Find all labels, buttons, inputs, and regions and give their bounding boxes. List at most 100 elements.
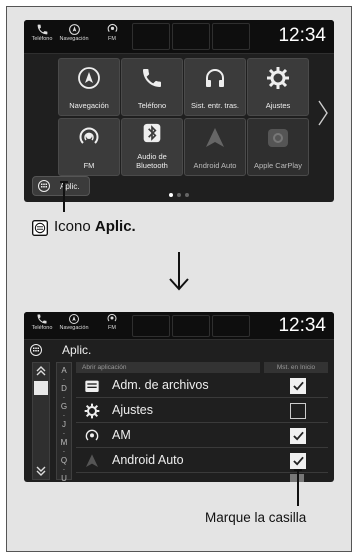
bluetooth-icon bbox=[143, 123, 161, 143]
status-phone-label: Teléfono bbox=[31, 36, 53, 42]
navigation-icon bbox=[69, 314, 79, 324]
navigation-icon bbox=[78, 67, 100, 89]
status-slot bbox=[132, 23, 170, 50]
apps-menu-icon bbox=[32, 220, 48, 236]
app-row-name: Android Auto bbox=[112, 453, 184, 467]
apps-title-bar: Aplic. bbox=[24, 341, 334, 359]
caption-prefix: Icono bbox=[54, 218, 95, 235]
scroll-bottom-icon[interactable] bbox=[36, 466, 46, 476]
page-title: Aplic. bbox=[62, 343, 92, 357]
show-on-home-checkbox[interactable] bbox=[290, 378, 306, 394]
show-on-home-checkbox[interactable] bbox=[290, 453, 306, 469]
scroll-top-icon[interactable] bbox=[36, 366, 46, 376]
callout-line bbox=[297, 470, 299, 506]
status-bar: Teléfono Navegación FM 12:34 bbox=[24, 20, 334, 54]
alphabet-letter[interactable]: · bbox=[57, 375, 71, 384]
apps-menu-icon bbox=[38, 180, 50, 192]
page-dot bbox=[177, 193, 181, 197]
apps-list-screen: Teléfono Navegación FM 12:34 Aplic. A · D ·… bbox=[24, 312, 334, 482]
scroll-thumb[interactable] bbox=[34, 381, 48, 395]
alphabet-letter[interactable]: · bbox=[57, 411, 71, 420]
navigation-icon bbox=[68, 24, 80, 35]
checkmark-icon bbox=[292, 456, 304, 466]
app-tile-bluetooth-audio[interactable]: Audio de Bluetooth bbox=[121, 118, 183, 176]
app-label: Audio de Bluetooth bbox=[136, 152, 168, 170]
phone-icon bbox=[143, 69, 161, 87]
file-manager-icon bbox=[85, 380, 99, 392]
app-row-file-manager[interactable]: Adm. de archivos bbox=[76, 374, 328, 398]
status-slot bbox=[212, 23, 250, 50]
status-slot bbox=[172, 315, 210, 337]
gear-icon bbox=[84, 403, 100, 419]
status-nav-label: Navegación bbox=[59, 325, 89, 331]
status-fm-label: FM bbox=[108, 325, 116, 331]
app-label: Navegación bbox=[69, 100, 109, 110]
alphabet-letter[interactable]: · bbox=[57, 393, 71, 402]
app-tile-telefono[interactable]: Teléfono bbox=[121, 58, 183, 116]
phone-icon bbox=[37, 314, 47, 324]
app-label: FM bbox=[83, 160, 95, 170]
app-row-android-auto[interactable]: Android Auto bbox=[76, 449, 328, 473]
alphabet-letter[interactable]: G bbox=[57, 402, 71, 411]
chevron-right-icon[interactable] bbox=[318, 100, 328, 126]
callout-line bbox=[63, 182, 65, 212]
page-dot bbox=[169, 193, 173, 197]
headphones-icon bbox=[206, 69, 224, 87]
app-tile-android-auto[interactable]: Android Auto bbox=[184, 118, 246, 176]
caption-bold: Aplic. bbox=[94, 218, 136, 235]
status-fm-label: FM bbox=[108, 36, 116, 42]
phone-icon bbox=[37, 24, 47, 35]
clock: 12:34 bbox=[278, 25, 326, 46]
radio-icon bbox=[107, 313, 117, 322]
status-bar: Teléfono Navegación FM 12:34 bbox=[24, 312, 334, 340]
alphabet-letter[interactable]: J bbox=[57, 420, 71, 429]
alphabet-letter[interactable]: · bbox=[57, 447, 71, 456]
app-label: Ajustes bbox=[265, 100, 291, 110]
status-nav-button[interactable]: Navegación bbox=[58, 312, 90, 342]
alphabet-letter[interactable]: · bbox=[57, 465, 71, 474]
checkmark-icon bbox=[292, 381, 304, 391]
alphabet-index[interactable]: A·D·G·J·M·Q·U·# bbox=[56, 362, 72, 482]
app-row-ajustes[interactable]: Ajustes bbox=[76, 399, 328, 423]
app-label: Android Auto bbox=[193, 160, 237, 170]
alphabet-letter[interactable]: · bbox=[57, 429, 71, 438]
app-tile-apple-carplay[interactable]: Apple CarPlay bbox=[247, 118, 309, 176]
show-on-home-header: Mst. en Inicio bbox=[264, 362, 328, 373]
app-label: Teléfono bbox=[137, 100, 167, 110]
app-row-name: AM bbox=[112, 428, 131, 442]
home-screen: Teléfono Navegación FM 12:34 Navegación … bbox=[24, 20, 334, 202]
status-slot bbox=[132, 315, 170, 337]
show-on-home-checkbox[interactable] bbox=[290, 403, 306, 419]
alphabet-letter[interactable]: M bbox=[57, 438, 71, 447]
status-slot bbox=[212, 315, 250, 337]
app-tile-rear-entertainment[interactable]: Sist. entr. tras. bbox=[184, 58, 246, 116]
status-nav-label: Navegación bbox=[59, 36, 89, 42]
carplay-icon bbox=[268, 129, 288, 147]
alphabet-letter[interactable]: Q bbox=[57, 456, 71, 465]
status-slot bbox=[172, 23, 210, 50]
show-on-home-checkbox[interactable] bbox=[290, 428, 306, 444]
app-tile-ajustes[interactable]: Ajustes bbox=[247, 58, 309, 116]
gear-icon bbox=[267, 67, 289, 89]
status-phone-label: Teléfono bbox=[31, 325, 53, 331]
status-fm-button[interactable]: FM bbox=[96, 22, 128, 52]
alphabet-letter[interactable]: U bbox=[57, 474, 71, 482]
app-row-am[interactable]: AM bbox=[76, 424, 328, 448]
checkmark-icon bbox=[292, 431, 304, 441]
radio-icon bbox=[85, 429, 99, 441]
alphabet-letter[interactable]: D bbox=[57, 384, 71, 393]
aplic-button[interactable]: Aplic. bbox=[32, 176, 90, 196]
status-phone-button[interactable]: Teléfono bbox=[26, 22, 58, 52]
app-tile-navegacion[interactable]: Navegación bbox=[58, 58, 120, 116]
scrollbar[interactable] bbox=[32, 362, 50, 480]
status-fm-button[interactable]: FM bbox=[96, 312, 128, 342]
radio-icon bbox=[107, 23, 117, 33]
arrow-down-icon bbox=[169, 252, 189, 291]
apps-menu-icon[interactable] bbox=[30, 344, 42, 356]
status-nav-button[interactable]: Navegación bbox=[58, 22, 90, 52]
app-tile-fm[interactable]: FM bbox=[58, 118, 120, 176]
app-label: Sist. entr. tras. bbox=[191, 100, 239, 110]
alphabet-letter[interactable]: A bbox=[57, 366, 71, 375]
clock: 12:34 bbox=[278, 315, 326, 336]
status-phone-button[interactable]: Teléfono bbox=[26, 312, 58, 342]
